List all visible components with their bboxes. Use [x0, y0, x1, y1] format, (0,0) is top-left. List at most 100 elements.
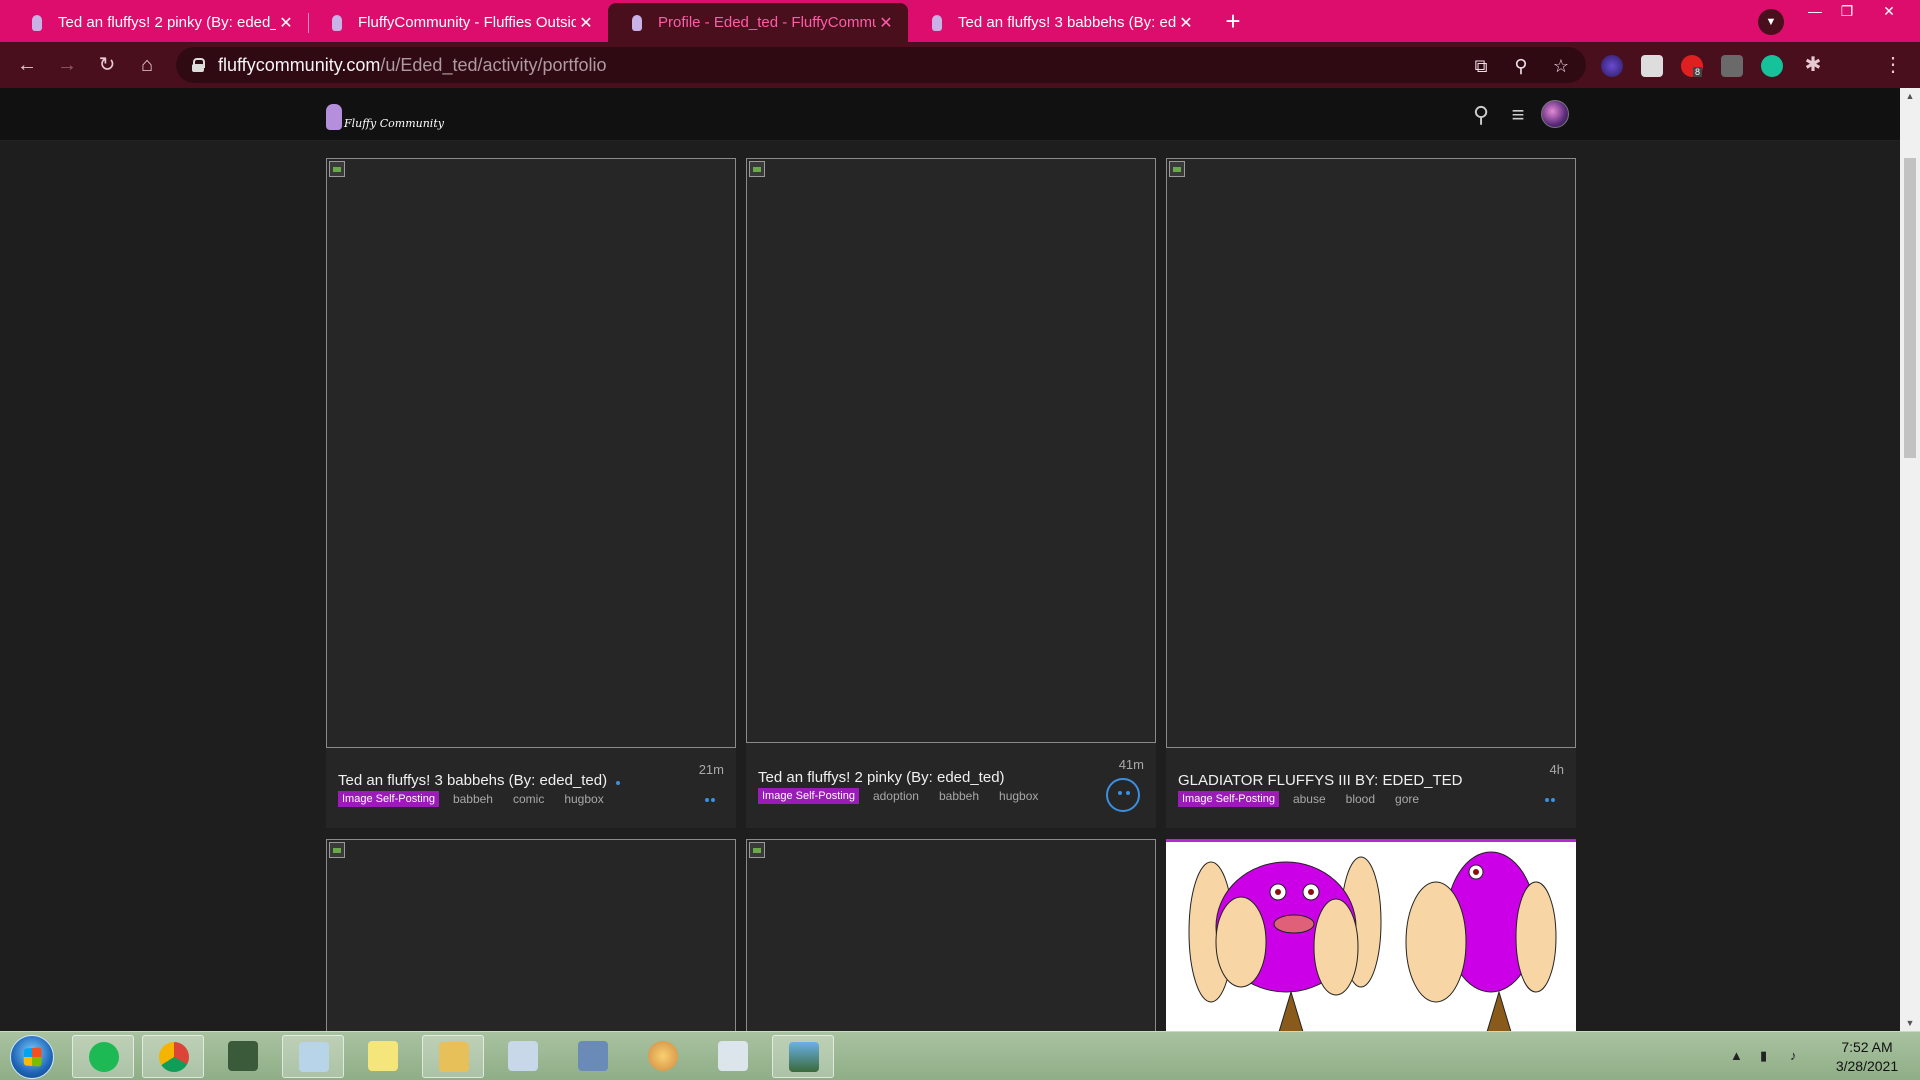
tab-close-icon[interactable]: ✕ [576, 13, 596, 33]
bookmark-star-icon[interactable]: ☆ [1550, 55, 1572, 77]
taskbar-photos[interactable] [772, 1035, 834, 1078]
user-avatar[interactable] [1541, 100, 1569, 128]
portfolio-card[interactable] [746, 839, 1156, 1031]
portfolio-card[interactable] [1166, 839, 1576, 1031]
portfolio-card[interactable]: 41m Ted an fluffys! 2 pinky (By: eded_te… [746, 158, 1156, 828]
address-bar[interactable]: fluffycommunity.com/u/Eded_ted/activity/… [176, 47, 1586, 83]
terminal-icon [228, 1041, 258, 1071]
tab-fluffycommunity[interactable]: FluffyCommunity - Fluffies Outside ✕ [308, 3, 609, 42]
tag[interactable]: adoption [873, 789, 919, 803]
unread-dot-icon [616, 781, 620, 785]
taskbar-keyboard[interactable] [702, 1035, 764, 1078]
comments-icon[interactable] [700, 794, 720, 808]
window-close-button[interactable]: ✕ [1870, 0, 1908, 22]
portfolio-card[interactable]: 21m Ted an fluffys! 3 babbehs (By: eded_… [326, 158, 736, 828]
comments-icon[interactable] [1106, 778, 1140, 812]
taskbar-sticky-notes[interactable] [352, 1035, 414, 1078]
tag[interactable]: hugbox [999, 789, 1038, 803]
back-arrow-icon[interactable]: ← [14, 52, 40, 78]
tab-ted-fluffys-2[interactable]: Ted an fluffys! 2 pinky (By: eded_ted) ✕ [8, 3, 309, 42]
taskbar-paint[interactable] [632, 1035, 694, 1078]
tab-close-icon[interactable]: ✕ [1176, 13, 1196, 33]
lock-icon[interactable] [192, 58, 205, 72]
search-icon[interactable]: ⚲ [1468, 102, 1494, 128]
post-time: 41m [1118, 757, 1144, 772]
tab-close-icon[interactable]: ✕ [876, 13, 896, 33]
extension-orb-icon[interactable] [1601, 55, 1623, 77]
volume-icon[interactable]: ♪ [1790, 1048, 1797, 1063]
card-thumbnail[interactable] [746, 839, 1156, 1031]
post-title[interactable]: GLADIATOR FLUFFYS III BY: EDED_TED [1178, 772, 1463, 789]
fluffy-favicon-icon [30, 14, 44, 31]
card-thumbnail[interactable] [326, 839, 736, 1031]
tag[interactable]: gore [1395, 792, 1419, 806]
post-tags: Image Self-Posting abuse blood gore [1178, 791, 1439, 807]
adblock-extension-icon[interactable]: 8 [1681, 55, 1703, 77]
fluffy-favicon-icon [630, 14, 644, 31]
taskbar-chrome[interactable] [142, 1035, 204, 1078]
url-text[interactable]: fluffycommunity.com/u/Eded_ted/activity/… [218, 55, 607, 76]
category-badge[interactable]: Image Self-Posting [758, 788, 859, 804]
page-scrollbar[interactable]: ▲ ▼ [1900, 88, 1920, 1031]
card-thumbnail[interactable] [746, 158, 1156, 743]
taskbar-explorer[interactable] [422, 1035, 484, 1078]
keyboard-icon [718, 1041, 748, 1071]
card-thumbnail[interactable] [1166, 158, 1576, 748]
tab-profile-eded-ted[interactable]: Profile - Eded_ted - FluffyCommunity ✕ [608, 3, 908, 42]
portfolio-card[interactable]: 4h GLADIATOR FLUFFYS III BY: EDED_TED Im… [1166, 158, 1576, 828]
translate-extension-icon[interactable] [1721, 55, 1743, 77]
puzzle-extensions-icon[interactable]: ✱ [1800, 52, 1826, 78]
broken-image-icon [329, 842, 345, 858]
taskbar-notes[interactable] [282, 1035, 344, 1078]
tray-expand-icon[interactable]: ▲ [1730, 1048, 1743, 1063]
scroll-up-arrow-icon[interactable]: ▲ [1900, 88, 1920, 104]
reload-icon[interactable]: ↻ [94, 52, 120, 78]
logo-text: Fluffy Community [344, 117, 444, 130]
start-button-icon[interactable] [10, 1035, 54, 1079]
tag[interactable]: blood [1346, 792, 1375, 806]
category-badge[interactable]: Image Self-Posting [1178, 791, 1279, 807]
hamburger-menu-icon[interactable]: ≡ [1505, 102, 1531, 128]
home-icon[interactable]: ⌂ [134, 52, 160, 78]
clock-date: 3/28/2021 [1835, 1058, 1899, 1074]
tab-close-icon[interactable]: ✕ [276, 13, 296, 33]
restore-button[interactable]: ❐ [1828, 0, 1866, 22]
comments-icon[interactable] [1540, 794, 1560, 808]
camera-extension-icon[interactable] [1641, 55, 1663, 77]
tab-ted-fluffys-3[interactable]: Ted an fluffys! 3 babbehs (By: eded_ted)… [908, 3, 1208, 42]
portfolio-card[interactable] [326, 839, 736, 1031]
zoom-icon[interactable]: ⚲ [1510, 55, 1532, 77]
card-thumbnail[interactable] [326, 158, 736, 748]
site-logo[interactable]: Fluffy Community [326, 100, 444, 130]
scrollbar-thumb[interactable] [1904, 158, 1916, 458]
post-title[interactable]: Ted an fluffys! 2 pinky (By: eded_ted) [758, 769, 1005, 786]
tag[interactable]: babbeh [453, 792, 493, 806]
tag[interactable]: comic [513, 792, 544, 806]
post-tags: Image Self-Posting babbeh comic hugbox [338, 791, 624, 807]
taskbar-calculator[interactable] [492, 1035, 554, 1078]
grammarly-extension-icon[interactable] [1761, 55, 1783, 77]
network-signal-icon[interactable]: ▮ [1760, 1048, 1767, 1064]
system-clock[interactable]: 7:52 AM 3/28/2021 [1822, 1038, 1912, 1076]
chrome-profile-menu-icon[interactable]: ▼ [1758, 9, 1784, 35]
clock-time: 7:52 AM [1841, 1039, 1893, 1055]
tag[interactable]: hugbox [564, 792, 603, 806]
card-thumbnail-art[interactable] [1166, 839, 1576, 1031]
open-in-app-icon[interactable]: ⧉ [1470, 55, 1492, 77]
post-title[interactable]: Ted an fluffys! 3 babbehs (By: eded_ted) [338, 772, 607, 789]
forward-arrow-icon[interactable]: → [54, 52, 80, 78]
category-badge[interactable]: Image Self-Posting [338, 791, 439, 807]
fluffy-mascot-icon [326, 104, 342, 130]
tag[interactable]: babbeh [939, 789, 979, 803]
taskbar-spotify[interactable] [72, 1035, 134, 1078]
post-time: 21m [698, 762, 724, 777]
new-tab-button[interactable]: + [1218, 6, 1248, 36]
windows-taskbar: ▲ ▮ ♪ 7:52 AM 3/28/2021 [0, 1031, 1920, 1080]
tag[interactable]: abuse [1293, 792, 1326, 806]
calculator-icon [508, 1041, 538, 1071]
taskbar-network[interactable] [562, 1035, 624, 1078]
kebab-menu-icon[interactable]: ⋮ [1880, 52, 1906, 78]
scroll-down-arrow-icon[interactable]: ▼ [1900, 1015, 1920, 1031]
taskbar-terminal[interactable] [212, 1035, 274, 1078]
post-tags: Image Self-Posting adoption babbeh hugbo… [758, 788, 1058, 804]
